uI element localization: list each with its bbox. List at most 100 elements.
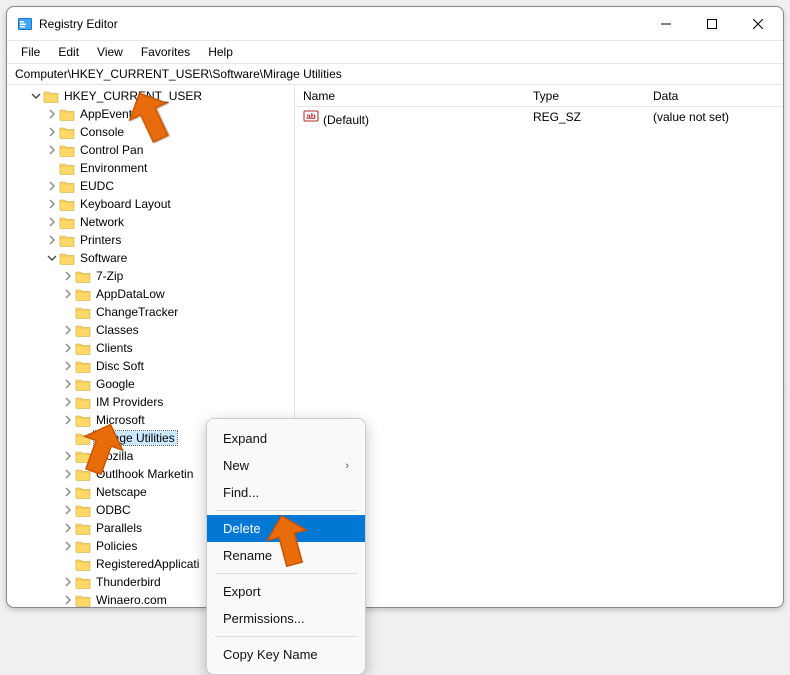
tree-node[interactable]: Environment xyxy=(7,159,294,177)
tree-label: Netscape xyxy=(94,485,149,499)
tree-label: IM Providers xyxy=(94,395,165,409)
tree-node[interactable]: EUDC xyxy=(7,177,294,195)
tree-node[interactable]: Console xyxy=(7,123,294,141)
folder-icon xyxy=(59,143,75,157)
blank-icon xyxy=(61,431,75,445)
folder-icon xyxy=(75,413,91,427)
ctx-rename[interactable]: Rename xyxy=(207,542,365,569)
ctx-delete[interactable]: Delete xyxy=(207,515,365,542)
folder-icon xyxy=(75,305,91,319)
chevron-right-icon[interactable] xyxy=(61,467,75,481)
chevron-right-icon[interactable] xyxy=(61,575,75,589)
tree-node[interactable]: Google xyxy=(7,375,294,393)
folder-icon xyxy=(75,395,91,409)
ctx-new[interactable]: New› xyxy=(207,452,365,479)
chevron-right-icon[interactable] xyxy=(61,269,75,283)
menubar: File Edit View Favorites Help xyxy=(7,41,783,63)
folder-icon xyxy=(75,485,91,499)
tree-label: Policies xyxy=(94,539,139,553)
tree-label: ODBC xyxy=(94,503,133,517)
chevron-right-icon[interactable] xyxy=(61,287,75,301)
chevron-right-icon[interactable] xyxy=(45,107,59,121)
svg-text:ab: ab xyxy=(306,112,315,121)
col-name[interactable]: Name xyxy=(295,89,525,103)
folder-icon xyxy=(75,503,91,517)
chevron-right-icon[interactable] xyxy=(45,143,59,157)
tree-label: Outlhook Marketin xyxy=(94,467,195,481)
close-button[interactable] xyxy=(735,8,781,40)
col-data[interactable]: Data xyxy=(645,89,783,103)
tree-node[interactable]: Control Pan xyxy=(7,141,294,159)
chevron-right-icon[interactable] xyxy=(45,179,59,193)
chevron-right-icon[interactable] xyxy=(45,233,59,247)
chevron-down-icon[interactable] xyxy=(45,251,59,265)
folder-icon xyxy=(59,161,75,175)
chevron-right-icon[interactable] xyxy=(61,341,75,355)
tree-node[interactable]: Disc Soft xyxy=(7,357,294,375)
menu-favorites[interactable]: Favorites xyxy=(133,43,198,61)
tree-node[interactable]: AppDataLow xyxy=(7,285,294,303)
string-value-icon: ab xyxy=(303,108,319,124)
tree-node[interactable]: Printers xyxy=(7,231,294,249)
ctx-export[interactable]: Export xyxy=(207,578,365,605)
chevron-right-icon[interactable] xyxy=(61,377,75,391)
values-pane: Name Type Data ab(Default) REG_SZ (value… xyxy=(295,85,783,607)
minimize-button[interactable] xyxy=(643,8,689,40)
chevron-right-icon[interactable] xyxy=(61,503,75,517)
menu-file[interactable]: File xyxy=(13,43,48,61)
chevron-right-icon[interactable] xyxy=(45,215,59,229)
folder-icon xyxy=(75,323,91,337)
tree-node[interactable]: Keyboard Layout xyxy=(7,195,294,213)
tree-label: EUDC xyxy=(78,179,116,193)
maximize-button[interactable] xyxy=(689,8,735,40)
value-row[interactable]: ab(Default) REG_SZ (value not set) xyxy=(295,107,783,127)
chevron-right-icon[interactable] xyxy=(61,449,75,463)
address-bar[interactable]: Computer\HKEY_CURRENT_USER\Software\Mira… xyxy=(7,63,783,85)
tree-node[interactable]: IM Providers xyxy=(7,393,294,411)
chevron-right-icon[interactable] xyxy=(45,197,59,211)
tree-label: Environment xyxy=(78,161,149,175)
menu-help[interactable]: Help xyxy=(200,43,241,61)
menu-edit[interactable]: Edit xyxy=(50,43,87,61)
chevron-right-icon[interactable] xyxy=(61,593,75,607)
content-area: HKEY_CURRENT_USER AppEvents Console Cont… xyxy=(7,85,783,607)
folder-icon xyxy=(75,593,91,607)
chevron-right-icon[interactable] xyxy=(61,521,75,535)
chevron-down-icon[interactable] xyxy=(29,89,43,103)
tree-node[interactable]: AppEvents xyxy=(7,105,294,123)
tree-label: Network xyxy=(78,215,126,229)
tree-node[interactable]: Network xyxy=(7,213,294,231)
ctx-permissions[interactable]: Permissions... xyxy=(207,605,365,632)
ctx-copykey[interactable]: Copy Key Name xyxy=(207,641,365,668)
tree-node[interactable]: Clients xyxy=(7,339,294,357)
value-data: (value not set) xyxy=(645,110,783,124)
menu-view[interactable]: View xyxy=(89,43,131,61)
folder-icon xyxy=(75,521,91,535)
tree-node[interactable]: ChangeTracker xyxy=(7,303,294,321)
chevron-right-icon[interactable] xyxy=(61,539,75,553)
chevron-right-icon[interactable] xyxy=(61,413,75,427)
chevron-right-icon[interactable] xyxy=(61,359,75,373)
value-type: REG_SZ xyxy=(525,110,645,124)
tree-node[interactable]: 7-Zip xyxy=(7,267,294,285)
tree-node[interactable]: Software xyxy=(7,249,294,267)
chevron-right-icon[interactable] xyxy=(61,485,75,499)
tree-node[interactable]: Classes xyxy=(7,321,294,339)
values-header: Name Type Data xyxy=(295,85,783,107)
folder-icon xyxy=(59,233,75,247)
chevron-right-icon[interactable] xyxy=(61,323,75,337)
tree-label: Mirage Utilities xyxy=(94,431,177,445)
tree-node[interactable]: HKEY_CURRENT_USER xyxy=(7,87,294,105)
folder-icon xyxy=(59,251,75,265)
blank-icon xyxy=(61,557,75,571)
ctx-expand[interactable]: Expand xyxy=(207,425,365,452)
chevron-right-icon[interactable] xyxy=(61,395,75,409)
folder-icon xyxy=(59,215,75,229)
col-type[interactable]: Type xyxy=(525,89,645,103)
ctx-find[interactable]: Find... xyxy=(207,479,365,506)
folder-icon xyxy=(75,431,91,445)
folder-icon xyxy=(75,359,91,373)
app-icon xyxy=(17,16,33,32)
titlebar: Registry Editor xyxy=(7,7,783,41)
chevron-right-icon[interactable] xyxy=(45,125,59,139)
